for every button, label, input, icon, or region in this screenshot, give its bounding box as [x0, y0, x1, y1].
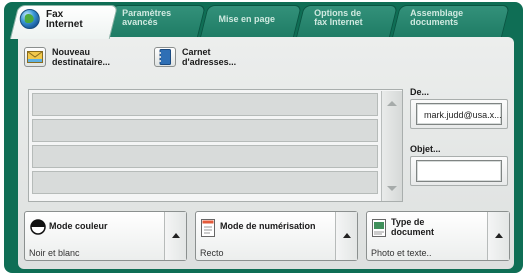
document-type-title: Type de document: [391, 217, 435, 237]
recipient-list[interactable]: [28, 89, 403, 202]
scan-mode-selector[interactable]: Mode de numérisation Recto: [195, 211, 358, 261]
scroll-down-icon[interactable]: [387, 186, 397, 191]
new-recipient-button[interactable]: Nouveau destinataire...: [24, 47, 110, 67]
tab-label: Mise en page: [218, 14, 276, 24]
scroll-up-icon[interactable]: [387, 101, 397, 106]
chevron-up-icon[interactable]: [335, 212, 357, 260]
from-field-frame: mark.judd@usa.x...: [410, 99, 508, 129]
chevron-up-icon[interactable]: [487, 212, 509, 260]
list-item[interactable]: [32, 119, 378, 142]
subject-label: Objet...: [410, 144, 441, 154]
chevron-up-icon[interactable]: [164, 212, 186, 260]
from-label: De...: [410, 87, 430, 97]
document-type-icon: [372, 219, 386, 242]
tab-layout[interactable]: Mise en page: [200, 5, 302, 37]
document-type-selector[interactable]: Type de document Photo et texte..: [366, 211, 510, 261]
subject-field-frame: [410, 156, 508, 186]
color-mode-value: Noir et blanc: [29, 248, 80, 258]
color-mode-selector[interactable]: Mode couleur Noir et blanc: [24, 211, 187, 261]
color-mode-icon: [30, 219, 46, 240]
address-book-icon: [154, 47, 176, 67]
tab-internet-fax-options[interactable]: Options de fax Internet: [296, 5, 398, 37]
tab-label: Fax Internet: [45, 9, 83, 30]
content-panel: Nouveau destinataire... Carnet d'adresse…: [18, 37, 514, 269]
address-book-button[interactable]: Carnet d'adresses...: [154, 47, 236, 67]
list-scrollbar[interactable]: [381, 91, 402, 201]
color-mode-title: Mode couleur: [49, 221, 108, 231]
list-item[interactable]: [32, 171, 378, 194]
new-recipient-label: Nouveau destinataire...: [52, 47, 111, 67]
address-book-label: Carnet d'adresses...: [182, 47, 237, 67]
scan-mode-value: Recto: [200, 248, 224, 258]
tab-job-assembly[interactable]: Assemblage documents: [392, 5, 510, 37]
window-frame: Fax Internet Paramètres avancés Mise en …: [4, 2, 523, 273]
envelope-icon: [24, 47, 46, 67]
tab-label: Paramètres avancés: [122, 8, 172, 27]
scan-mode-icon: [201, 219, 215, 242]
tab-bar: Fax Internet Paramètres avancés Mise en …: [9, 5, 514, 39]
scan-mode-title: Mode de numérisation: [220, 221, 316, 231]
list-item[interactable]: [32, 93, 378, 116]
document-type-value: Photo et texte..: [371, 248, 432, 258]
from-field[interactable]: mark.judd@usa.x...: [416, 103, 502, 125]
subject-field[interactable]: [416, 160, 502, 182]
tab-fax-internet[interactable]: Fax Internet: [9, 5, 119, 39]
tab-advanced-settings[interactable]: Paramètres avancés: [104, 5, 206, 37]
tab-label: Options de fax Internet: [314, 8, 363, 27]
list-item[interactable]: [32, 145, 378, 168]
tab-label: Assemblage documents: [410, 8, 464, 27]
